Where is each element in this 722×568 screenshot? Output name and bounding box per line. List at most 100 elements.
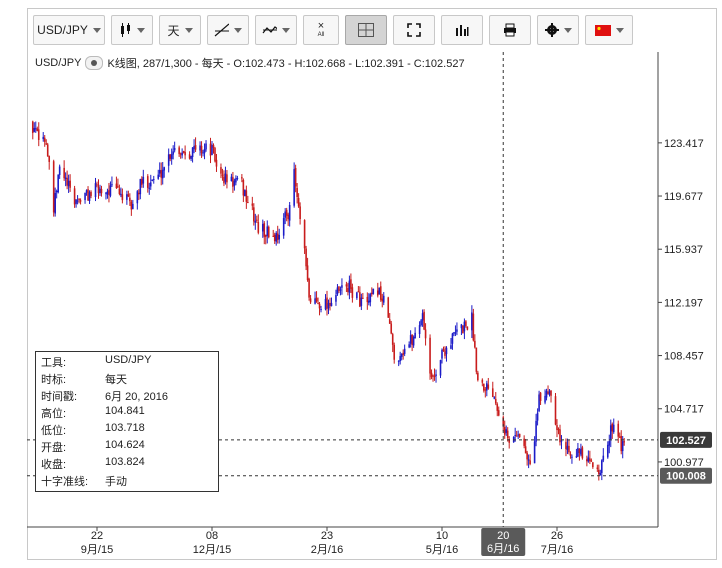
candle-body xyxy=(539,392,542,401)
candle-body xyxy=(42,136,45,140)
candle-body xyxy=(397,360,400,362)
candle-body xyxy=(158,169,161,174)
candle-body xyxy=(590,460,593,462)
candle-body xyxy=(242,179,245,196)
candle-body xyxy=(623,441,626,443)
x-tick-month: 9月/15 xyxy=(81,544,113,556)
candle-body xyxy=(79,200,82,202)
candle-body xyxy=(608,441,611,446)
candle-body xyxy=(381,298,384,302)
candle-body xyxy=(430,372,433,378)
candle-body xyxy=(441,349,443,359)
x-tick-day: 08 xyxy=(206,530,218,542)
candle-body xyxy=(31,121,34,134)
candle-body xyxy=(390,323,393,334)
candle-body xyxy=(193,146,195,149)
candle-body xyxy=(90,191,92,196)
candle-body xyxy=(324,299,327,310)
candle-body xyxy=(52,161,55,213)
x-tick-month: 5月/16 xyxy=(426,544,458,556)
candle-body xyxy=(339,289,342,291)
candle-body xyxy=(477,372,479,381)
candle-body xyxy=(67,180,70,187)
candle-body xyxy=(129,197,131,202)
candle-body xyxy=(529,460,531,465)
candle-body xyxy=(108,190,110,195)
candle-body xyxy=(484,389,487,391)
candle-body xyxy=(442,349,445,352)
candle-body xyxy=(523,438,525,446)
candle-body xyxy=(598,469,600,474)
candle-body xyxy=(402,352,404,355)
candle-body xyxy=(212,144,215,148)
crosshair-date-month: 6月/16 xyxy=(487,543,519,555)
candle-body xyxy=(46,144,49,157)
candle-body xyxy=(409,335,412,344)
data-panel-value: 104.624 xyxy=(105,439,145,451)
candle-body xyxy=(362,297,364,299)
candle-body xyxy=(203,149,206,154)
candle-body xyxy=(494,398,497,404)
candle-body xyxy=(366,296,369,303)
candle-body xyxy=(472,313,475,341)
candle-body xyxy=(550,390,552,396)
candle-body xyxy=(151,179,154,181)
data-panel-value: 每天 xyxy=(105,374,127,386)
candle-body xyxy=(261,223,264,232)
candle-body xyxy=(132,203,134,209)
candle-body xyxy=(418,325,421,335)
candle-body xyxy=(190,155,192,159)
candle-body xyxy=(606,444,609,458)
candle-body xyxy=(463,321,466,332)
data-panel-key: 收盘: xyxy=(41,459,67,471)
candle-body xyxy=(424,329,427,339)
candle-body xyxy=(544,395,546,403)
candle-body xyxy=(601,460,603,473)
candle-body xyxy=(496,404,499,411)
data-panel-value: USD/JPY xyxy=(105,354,152,366)
candle-body xyxy=(327,302,330,309)
candle-body xyxy=(547,392,549,394)
candle-body xyxy=(400,354,403,357)
candle-body xyxy=(88,192,91,201)
candle-body xyxy=(414,332,416,339)
x-tick-month: 2月/16 xyxy=(311,544,343,556)
candle-body xyxy=(433,375,436,377)
candle-body xyxy=(306,265,309,281)
candle-body xyxy=(560,440,563,442)
candle-body xyxy=(309,298,312,303)
x-tick-day: 10 xyxy=(436,530,448,542)
candle-body xyxy=(282,218,285,236)
candle-body xyxy=(191,147,194,158)
data-panel-value: 6月 20, 2016 xyxy=(105,391,168,403)
candle-body xyxy=(475,347,478,372)
candle-body xyxy=(305,248,307,267)
candle-body xyxy=(586,459,588,462)
candle-body xyxy=(233,180,236,186)
candle-body xyxy=(388,319,391,324)
x-tick-day: 26 xyxy=(551,530,563,542)
candle-body xyxy=(387,297,390,318)
y-tick-label: 119.677 xyxy=(664,191,703,203)
candle-body xyxy=(66,177,68,186)
x-tick-day: 23 xyxy=(321,530,333,542)
candle-body xyxy=(503,427,506,435)
candle-body xyxy=(444,351,446,356)
candle-body xyxy=(152,179,155,181)
candle-body xyxy=(78,199,80,201)
candle-body xyxy=(146,176,149,188)
candle-body xyxy=(474,340,476,348)
candle-body xyxy=(194,145,197,150)
candle-body xyxy=(545,391,548,398)
y-tick-label: 112.197 xyxy=(664,297,703,309)
candle-body xyxy=(264,235,267,237)
candle-body xyxy=(497,410,500,416)
data-panel-value: 103.718 xyxy=(105,422,145,434)
candle-body xyxy=(403,348,406,354)
candle-body xyxy=(368,300,370,303)
y-tick-label: 104.717 xyxy=(664,404,704,416)
candle-body xyxy=(371,292,373,295)
data-panel-row: 时标: 每天 xyxy=(41,371,127,387)
candle-body xyxy=(462,325,464,334)
data-panel-row: 十字准线: 手动 xyxy=(41,473,127,489)
